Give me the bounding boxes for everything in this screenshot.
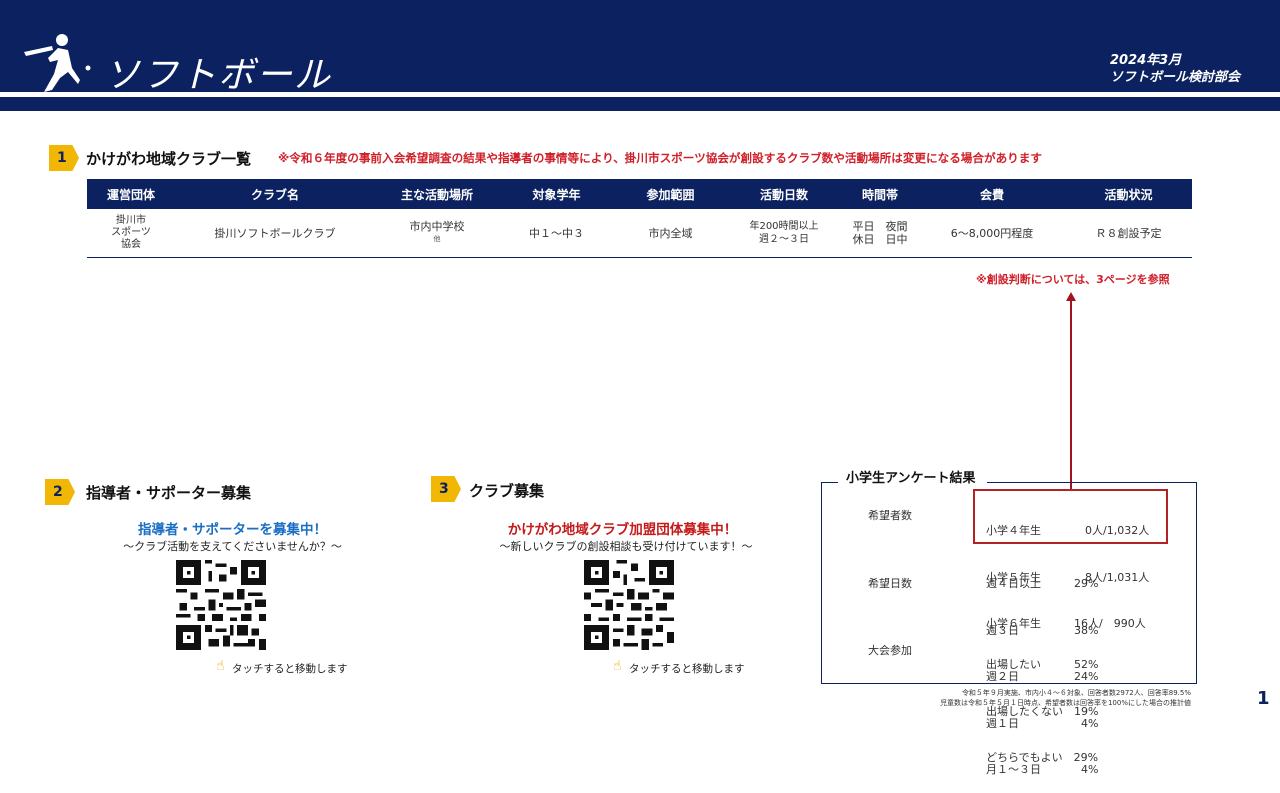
column-header: 活動日数: [727, 179, 841, 209]
grade-cell: 中１～中３: [499, 209, 614, 258]
pointing-hand-icon: ☝: [216, 658, 225, 674]
creation-judgment-note: ※創設判断については、3ページを参照: [976, 273, 1170, 286]
column-header: 会費: [919, 179, 1065, 209]
survey-note: 児童数は令和５年５月１日時点、希望者数は回答率を100%にした場合の推計値: [939, 699, 1191, 707]
days-cell: 年200時間以上 週２～３日: [727, 209, 841, 258]
section-3-marker: 3: [431, 476, 461, 502]
org-line: 協会: [121, 239, 141, 250]
column-header: 運営団体: [87, 179, 175, 209]
page-title: ソフトボール: [104, 55, 333, 96]
club-table: 運営団体 クラブ名 主な活動場所 対象学年 参加範囲 活動日数 時間帯 会費 活…: [87, 179, 1192, 258]
column-header: 主な活動場所: [375, 179, 499, 209]
page-number: 1: [1257, 688, 1270, 709]
days-line: 年200時間以上: [749, 221, 819, 232]
header-meta: 2024年3月 ソフトボール検討部会: [1110, 52, 1240, 86]
days-line: 週２～３日: [759, 234, 809, 245]
section-2-touch-hint[interactable]: タッチすると移動します: [232, 661, 348, 676]
header-date: 2024年3月: [1109, 53, 1182, 68]
table-header-row: 運営団体 クラブ名 主な活動場所 対象学年 参加範囲 活動日数 時間帯 会費 活…: [87, 179, 1192, 209]
section-3-headline: かけがわ地域クラブ加盟団体募集中！: [507, 522, 738, 538]
pointing-hand-icon: ☝: [613, 658, 622, 674]
qr-code-icon[interactable]: [176, 560, 266, 650]
club-name-cell: 掛川ソフトボールクラブ: [175, 209, 375, 258]
org-line: スポーツ: [111, 227, 151, 238]
qr-code-icon[interactable]: [584, 560, 674, 650]
section-2-title: 指導者・サポーター募集: [86, 484, 252, 502]
survey-row: 小学４年生 0人/1,032人: [986, 524, 1150, 537]
place-cell: 市内中学校 他: [375, 209, 499, 258]
range-cell: 市内全域: [614, 209, 727, 258]
section-3-touch-hint[interactable]: タッチすると移動します: [629, 661, 745, 676]
column-header: クラブ名: [175, 179, 375, 209]
column-header: 対象学年: [499, 179, 614, 209]
header-bottom-band: [0, 97, 1280, 111]
section-1-title: かけがわ地域クラブ一覧: [86, 150, 252, 168]
time-line: 休日 日中: [852, 233, 908, 246]
section-3-subline: ～新しいクラブの創設相談も受け付けています！～: [499, 540, 753, 553]
survey-row: 週４日以上 29%: [986, 577, 1099, 590]
softball-player-icon: [24, 34, 91, 92]
place-text: 市内中学校: [409, 220, 465, 233]
org-line: 掛川市: [116, 215, 146, 226]
place-note: 他: [433, 235, 441, 243]
table-row: 掛川市 スポーツ 協会 掛川ソフトボールクラブ 市内中学校 他 中１～中３ 市内…: [87, 209, 1192, 258]
status-cell: Ｒ８創設予定: [1065, 209, 1192, 258]
column-header: 時間帯: [841, 179, 919, 209]
arrow-line: [1070, 300, 1072, 489]
org-cell: 掛川市 スポーツ 協会: [87, 209, 175, 258]
section-3-title: クラブ募集: [469, 482, 545, 500]
header-committee: ソフトボール検討部会: [1109, 70, 1240, 85]
column-header: 活動状況: [1065, 179, 1192, 209]
survey-group-label: 希望者数: [868, 509, 912, 522]
survey-notes: 令和５年９月実施、市内小４～６対象、回答者数2972人、回答率89.5% 児童数…: [940, 688, 1191, 708]
section-1-notice: ※令和６年度の事前入会希望調査の結果や指導者の事情等により、掛川市スポーツ協会が…: [278, 151, 1042, 165]
survey-group-label: 大会参加: [868, 644, 912, 657]
section-2-subline: ～クラブ活動を支えてくださいませんか？～: [123, 540, 342, 553]
survey-note: 令和５年９月実施、市内小４～６対象、回答者数2972人、回答率89.5%: [961, 689, 1191, 697]
survey-row: どちらでもよい 29%: [986, 751, 1099, 764]
time-line: 平日 夜間: [852, 220, 908, 233]
section-1-marker: 1: [49, 145, 79, 171]
fee-cell: 6～8,000円程度: [919, 209, 1065, 258]
survey-group-label: 希望日数: [868, 577, 912, 590]
column-header: 参加範囲: [614, 179, 727, 209]
survey-title: 小学生アンケート結果: [838, 467, 988, 486]
time-cell: 平日 夜間 休日 日中: [841, 209, 919, 258]
survey-row: 出場したい 52%: [986, 658, 1099, 671]
section-2-headline: 指導者・サポーターを募集中！: [138, 522, 327, 538]
section-2-marker: 2: [45, 479, 75, 505]
